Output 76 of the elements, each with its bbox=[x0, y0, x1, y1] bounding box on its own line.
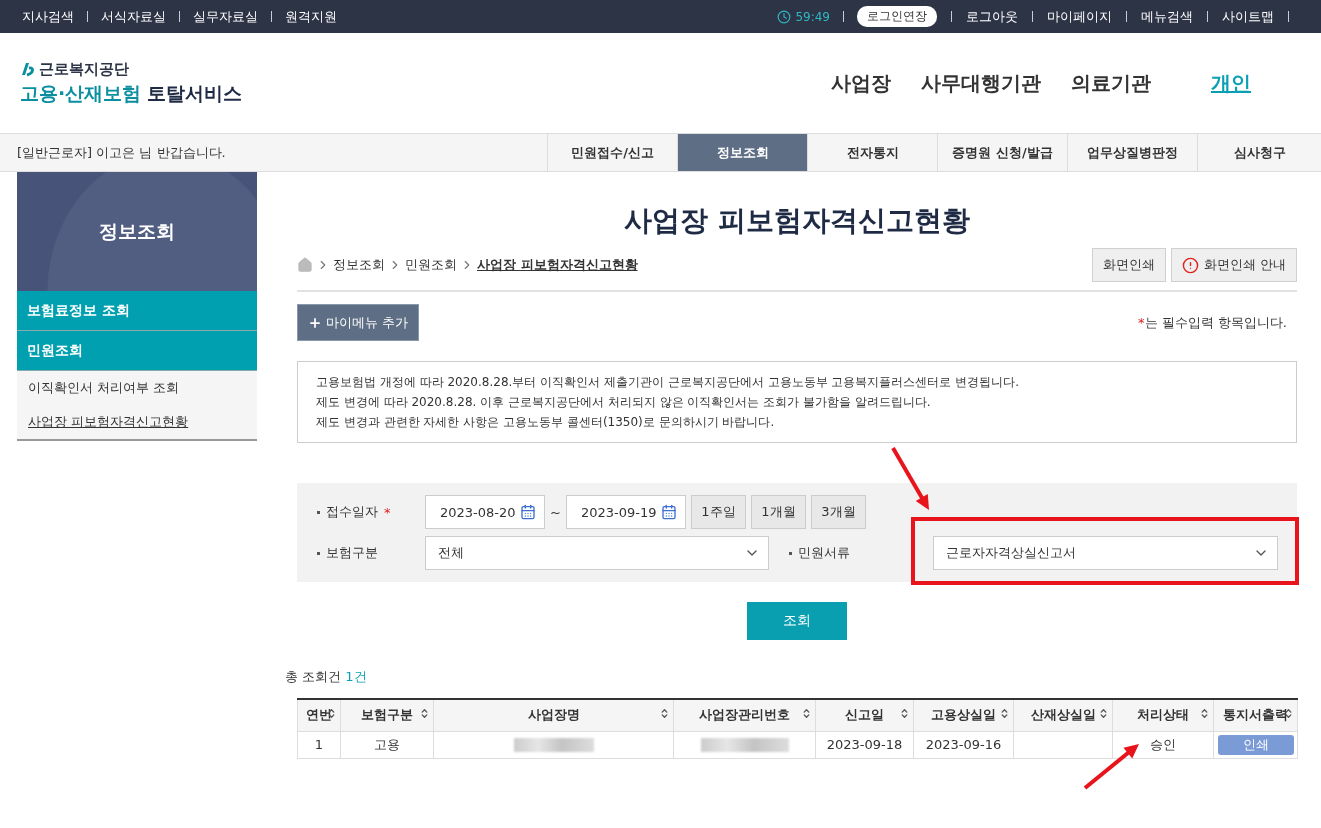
sort-icon[interactable] bbox=[1199, 708, 1210, 719]
annotation-arrow bbox=[893, 448, 929, 510]
top-link[interactable]: 로그아웃 bbox=[966, 7, 1018, 26]
main-nav-item[interactable]: 의료기관 bbox=[1071, 69, 1151, 97]
sidebar-subitem[interactable]: 사업장 피보험자격신고현황 bbox=[17, 405, 257, 439]
service-subtitle: 토탈서비스 bbox=[147, 80, 243, 106]
top-link[interactable]: 메뉴검색 bbox=[1141, 7, 1193, 26]
date-field[interactable]: 2023-08-20 bbox=[425, 495, 545, 529]
sort-icon[interactable] bbox=[999, 708, 1010, 719]
print-button[interactable]: 화면인쇄 안내 bbox=[1170, 248, 1297, 282]
menu-tab[interactable]: 증명원 신청/발급 bbox=[937, 134, 1067, 171]
org-name: 근로복지공단 bbox=[39, 59, 129, 79]
breadcrumb-link[interactable]: 민원조회 bbox=[405, 256, 457, 274]
date-field[interactable]: 2023-09-19 bbox=[565, 495, 686, 529]
column-header[interactable]: 보험구분 bbox=[340, 699, 434, 731]
main-nav-item[interactable]: 사업장 bbox=[831, 69, 891, 97]
menu-tab[interactable]: 심사청구 bbox=[1197, 134, 1321, 171]
status-text: 승인 bbox=[1150, 736, 1176, 752]
login-extend-button[interactable]: 로그인연장 bbox=[857, 6, 937, 27]
table-cell: 고용 bbox=[340, 731, 434, 758]
plus-icon bbox=[308, 315, 322, 330]
field-label: 보험구분 bbox=[317, 544, 425, 562]
main-nav-item[interactable]: 사무대행기관 bbox=[921, 69, 1041, 97]
sidebar-subitem[interactable]: 이직확인서 처리여부 조회 bbox=[17, 371, 257, 405]
notice-text: 고용보험법 개정에 따라 2020.8.28.부터 이직확인서 제출기관이 근로복지공단에서 고용노동부 고용복지플러스센터로 변경됩니다. bbox=[316, 374, 1021, 391]
document-select[interactable]: 근로자자격상실신고서 bbox=[933, 536, 1278, 570]
breadcrumb-link[interactable]: 사업장 피보험자격신고현황 bbox=[477, 256, 638, 274]
print-button[interactable]: 화면인쇄 bbox=[1091, 248, 1166, 282]
sidebar-title: 정보조회 bbox=[99, 218, 175, 244]
logo-icon bbox=[20, 61, 36, 77]
column-header[interactable]: 신고일 bbox=[815, 699, 914, 731]
table-cell: 1 bbox=[297, 731, 341, 758]
column-header[interactable]: 산재상실일 bbox=[1013, 699, 1113, 731]
column-header[interactable]: 연번 bbox=[297, 699, 341, 731]
top-link[interactable]: 마이페이지 bbox=[1047, 7, 1112, 26]
sort-icon[interactable] bbox=[659, 708, 670, 719]
column-header[interactable]: 사업장명 bbox=[433, 699, 674, 731]
sort-icon[interactable] bbox=[1098, 708, 1109, 719]
sort-icon[interactable] bbox=[419, 708, 430, 719]
top-link[interactable]: 지사검색 bbox=[22, 7, 74, 26]
field-label: 민원서류 bbox=[789, 544, 933, 562]
column-header[interactable]: 사업장관리번호 bbox=[673, 699, 816, 731]
required-note: *는 필수입력 항목입니다. bbox=[1138, 313, 1287, 332]
top-link[interactable]: 서식자료실 bbox=[101, 7, 166, 26]
column-header[interactable]: 고용상실일 bbox=[913, 699, 1014, 731]
menu-tab[interactable]: 업무상질병판정 bbox=[1067, 134, 1197, 171]
field-label: 접수일자 * bbox=[317, 503, 425, 521]
notice-text: 제도 변경에 따라 2020.8.28. 이후 근로복지공단에서 처리되지 않은 이직확인서는 조회가 불가함을 알려드립니다. bbox=[316, 394, 932, 411]
column-header[interactable]: 처리상태 bbox=[1112, 699, 1214, 731]
total-count: 총 조회건 1건 bbox=[285, 668, 368, 686]
insurance-select[interactable]: 전체 bbox=[425, 536, 769, 570]
top-link[interactable]: 사이트맵 bbox=[1222, 7, 1274, 26]
table-cell: 2023-09-16 bbox=[913, 731, 1014, 758]
page-title: 사업장 피보험자격신고현황 bbox=[623, 203, 971, 239]
top-link[interactable]: 실무자료실 bbox=[193, 7, 258, 26]
period-button[interactable]: 1개월 bbox=[750, 495, 806, 529]
table-cell: 2023-09-18 bbox=[815, 731, 914, 758]
session-timer: 59:49 bbox=[777, 9, 830, 24]
breadcrumb-link[interactable]: 정보조회 bbox=[333, 256, 385, 274]
service-name: 고용·산재보험 bbox=[20, 80, 142, 106]
column-header[interactable]: 통지서출력 bbox=[1213, 699, 1298, 731]
calendar-icon[interactable] bbox=[660, 504, 677, 520]
notice-text: 제도 변경과 관련한 자세한 사항은 고용노동부 콜센터(1350)로 문의하시기 바랍니다. bbox=[316, 414, 776, 431]
period-button[interactable]: 1주일 bbox=[690, 495, 746, 529]
top-link[interactable]: 원격지원 bbox=[285, 7, 337, 26]
welcome-message: [일반근로자] 이고은 님 반갑습니다. bbox=[17, 143, 227, 162]
period-button[interactable]: 3개월 bbox=[810, 495, 866, 529]
sort-icon[interactable] bbox=[899, 708, 910, 719]
sort-icon[interactable] bbox=[801, 708, 812, 719]
calendar-icon[interactable] bbox=[520, 504, 536, 520]
add-my-menu-button[interactable]: 마이메뉴 추가 bbox=[297, 304, 420, 341]
menu-tab[interactable]: 정보조회 bbox=[677, 134, 807, 171]
menu-tab[interactable]: 전자통지 bbox=[807, 134, 937, 171]
range-separator: ~ bbox=[550, 504, 561, 520]
clock-icon bbox=[777, 9, 792, 24]
alert-icon bbox=[1181, 256, 1199, 274]
